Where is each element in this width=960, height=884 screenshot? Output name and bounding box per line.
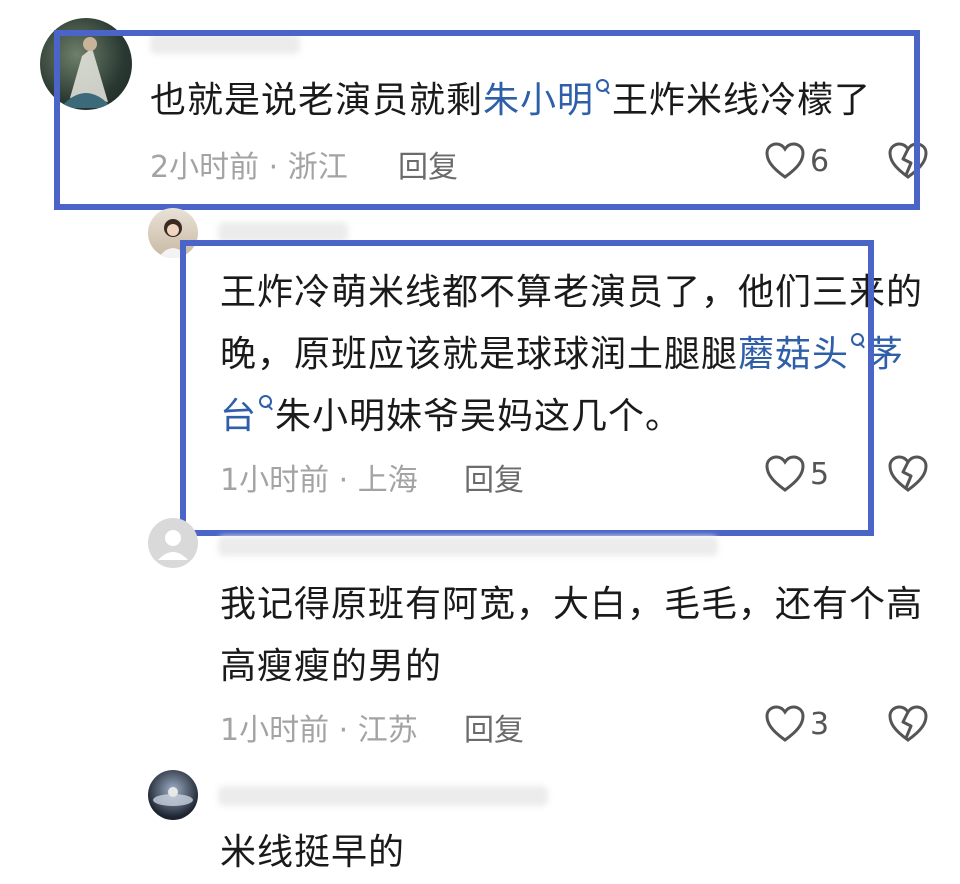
comment-text-line: 高瘦瘦的男的 [220, 636, 442, 698]
comment-text-segment: 米线挺早的 [220, 832, 406, 873]
comment-text-segment: 高瘦瘦的男的 [220, 646, 443, 687]
username-blurred [218, 222, 348, 242]
broken-heart-icon[interactable] [888, 455, 928, 493]
reply-button[interactable]: 回复 [464, 705, 524, 749]
avatar-image [153, 787, 193, 806]
avatar[interactable] [148, 770, 198, 820]
avatar-default[interactable] [148, 518, 198, 568]
broken-heart-icon[interactable] [888, 705, 928, 743]
username-blurred [218, 536, 718, 556]
comment-text-line: 我记得原班有阿宽，大白，毛毛，还有个高 [220, 574, 923, 636]
highlight-box-2 [180, 240, 874, 536]
username-blurred [218, 786, 548, 806]
highlight-box-1 [54, 30, 920, 210]
time-location: 1小时前 · 江苏 [220, 713, 418, 748]
heart-outline-icon[interactable] [765, 705, 805, 743]
person-icon [158, 530, 188, 560]
comment-text-line: 米线挺早的 [220, 822, 405, 884]
comment-text-segment: 我记得原班有阿宽，大白，毛毛，还有个高 [220, 584, 924, 625]
like-count: 3 [810, 707, 830, 742]
